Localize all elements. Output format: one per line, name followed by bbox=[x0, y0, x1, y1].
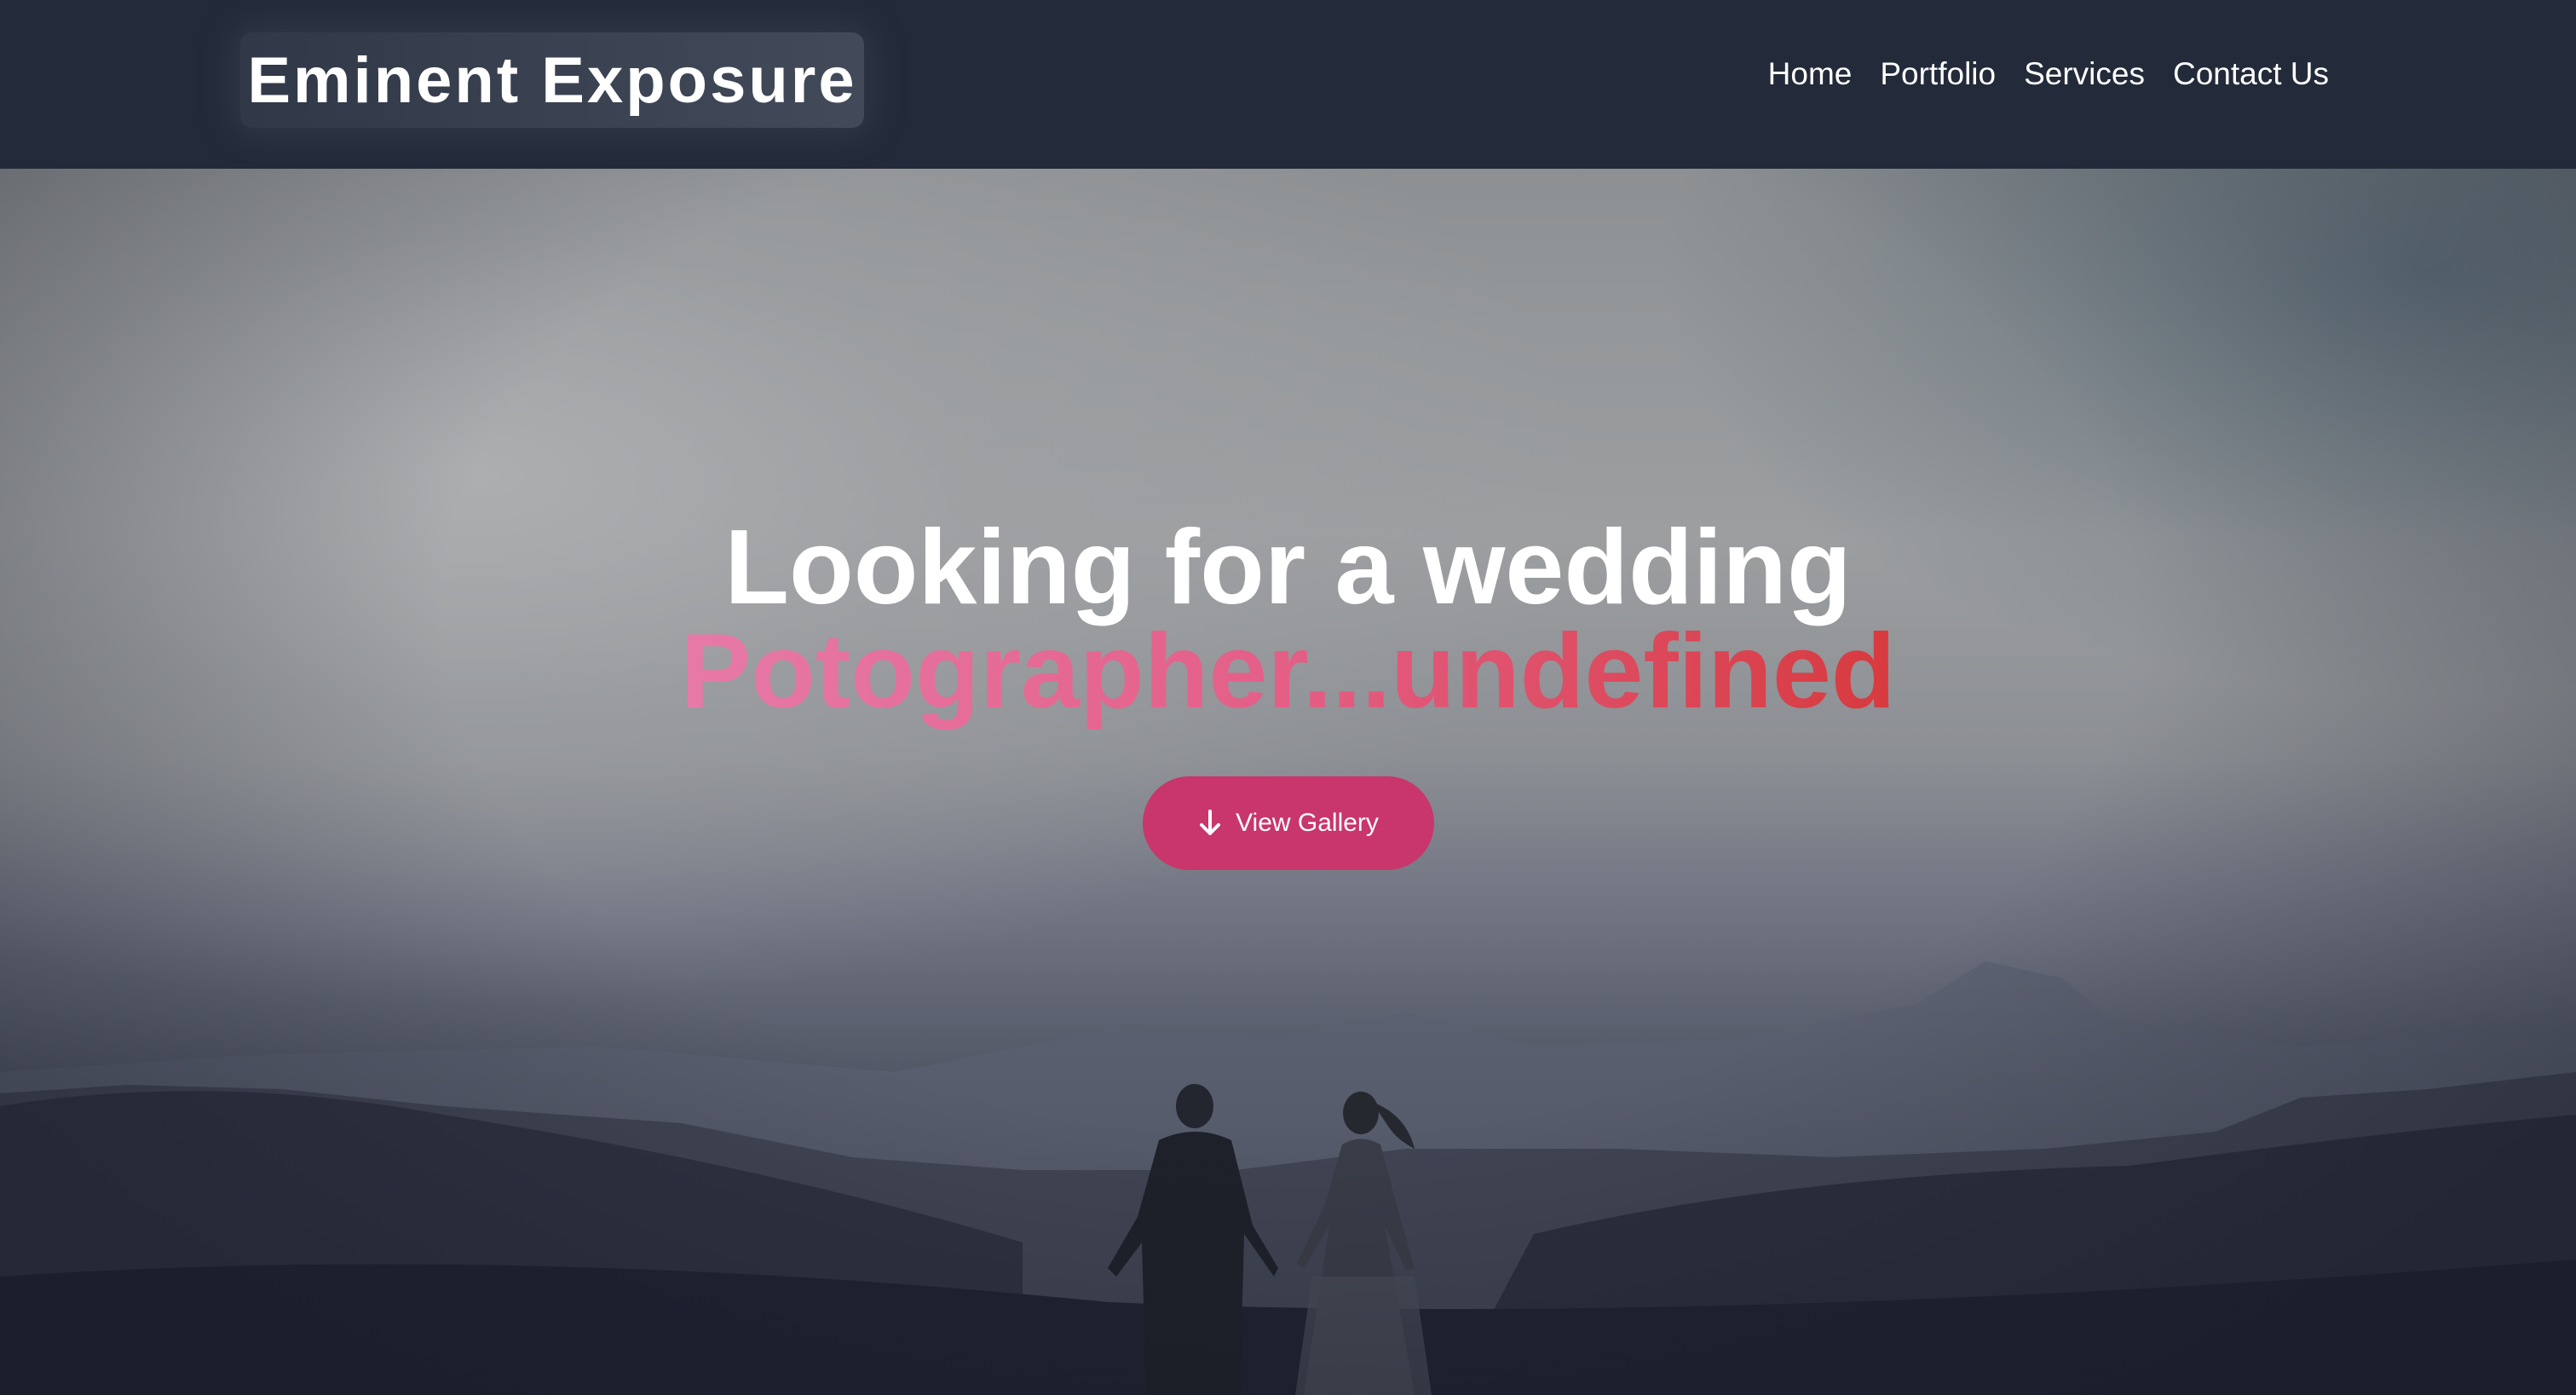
brand-name: Eminent Exposure bbox=[247, 43, 857, 117]
main-nav: Home Portfolio Services Contact Us bbox=[1768, 56, 2329, 92]
site-header: Eminent Exposure Home Portfolio Services… bbox=[0, 0, 2576, 169]
hero-title: Looking for a wedding bbox=[724, 509, 1852, 626]
nav-link-home[interactable]: Home bbox=[1768, 56, 1853, 92]
hero-section: Looking for a wedding Potographer...unde… bbox=[0, 169, 2576, 1395]
nav-link-services[interactable]: Services bbox=[2024, 56, 2145, 92]
view-gallery-button[interactable]: View Gallery bbox=[1143, 776, 1434, 870]
view-gallery-label: View Gallery bbox=[1236, 809, 1379, 837]
nav-link-contact-us[interactable]: Contact Us bbox=[2173, 56, 2329, 92]
hero-subtitle: Potographer...undefined bbox=[0, 619, 2576, 724]
landing-page: Eminent Exposure Home Portfolio Services… bbox=[0, 0, 2576, 1395]
nav-link-portfolio[interactable]: Portfolio bbox=[1880, 56, 1996, 92]
hero-subtitle-text: Potographer...undefined bbox=[680, 613, 1896, 730]
arrow-down-icon bbox=[1200, 810, 1221, 835]
brand-logo[interactable]: Eminent Exposure bbox=[240, 32, 864, 128]
